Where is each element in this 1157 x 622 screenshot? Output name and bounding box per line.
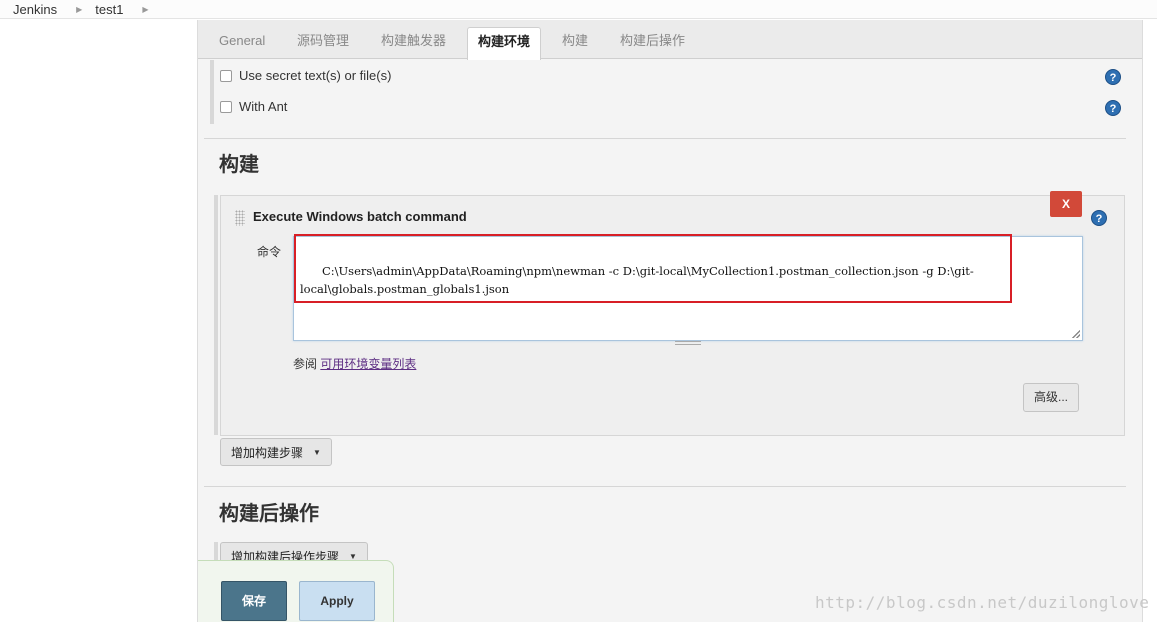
help-icon[interactable]: ? [1091,210,1107,226]
see-also: 参阅 可用环境变量列表 [293,355,416,372]
option-label: With Ant [239,99,288,114]
section-title-post-build: 构建后操作 [219,503,319,525]
option-label: Use secret text(s) or file(s) [239,68,392,83]
tab-post-build[interactable]: 构建后操作 [610,27,695,59]
section-title-build: 构建 [219,154,259,176]
advanced-button[interactable]: 高级... [1023,383,1079,412]
step-title: Execute Windows batch command [253,209,467,224]
add-build-step-button[interactable]: 增加构建步骤 ▼ [220,438,332,466]
command-textarea[interactable]: C:\Users\admin\AppData\Roaming\npm\newma… [293,236,1083,341]
tab-general[interactable]: General [209,27,275,59]
option-secret-text[interactable]: Use secret text(s) or file(s) [220,68,391,83]
drag-grip-icon[interactable] [235,210,245,226]
chevron-right-icon[interactable]: ▶ [142,5,148,14]
textarea-resize-bar[interactable] [675,341,701,345]
checkbox[interactable] [220,100,232,113]
section-divider [204,486,1126,487]
command-text[interactable]: C:\Users\admin\AppData\Roaming\npm\newma… [300,264,974,296]
breadcrumb-item-test1[interactable]: test1 ▶ [82,2,148,17]
breadcrumb-label[interactable]: test1 [95,2,123,17]
save-button[interactable]: 保存 [221,581,287,621]
build-step-windows-batch: Execute Windows batch command X ? 命令 C:\… [220,191,1125,436]
help-icon[interactable]: ? [1105,69,1121,85]
option-with-ant[interactable]: With Ant [220,99,287,114]
breadcrumb: Jenkins ▶ test1 ▶ [0,0,1157,19]
resize-handle-icon[interactable] [1072,330,1080,338]
button-label: 增加构建步骤 [231,445,304,460]
help-icon[interactable]: ? [1105,100,1121,116]
section-indent-bar [210,60,214,124]
command-label: 命令 [257,245,282,259]
config-panel: General 源码管理 构建触发器 构建环境 构建 构建后操作 Use sec… [197,20,1143,622]
caret-down-icon: ▼ [313,447,321,457]
tab-build-environment[interactable]: 构建环境 [467,27,542,60]
breadcrumb-label[interactable]: Jenkins [13,2,57,17]
checkbox[interactable] [220,69,232,82]
section-indent-bar [214,195,218,435]
tab-bar: General 源码管理 构建触发器 构建环境 构建 构建后操作 [198,20,1142,60]
breadcrumb-item-jenkins[interactable]: Jenkins ▶ [0,2,82,17]
watermark: http://blog.csdn.net/duzilonglove [815,593,1150,612]
delete-step-button[interactable]: X [1050,191,1082,217]
see-also-prefix: 参阅 [293,357,321,371]
tab-build-triggers[interactable]: 构建触发器 [371,27,456,59]
apply-button[interactable]: Apply [299,581,375,621]
save-bar: 保存 Apply [198,560,394,622]
tab-build[interactable]: 构建 [552,27,598,59]
tab-source-control[interactable]: 源码管理 [287,27,359,59]
env-vars-link[interactable]: 可用环境变量列表 [320,357,416,371]
section-divider [204,138,1126,139]
